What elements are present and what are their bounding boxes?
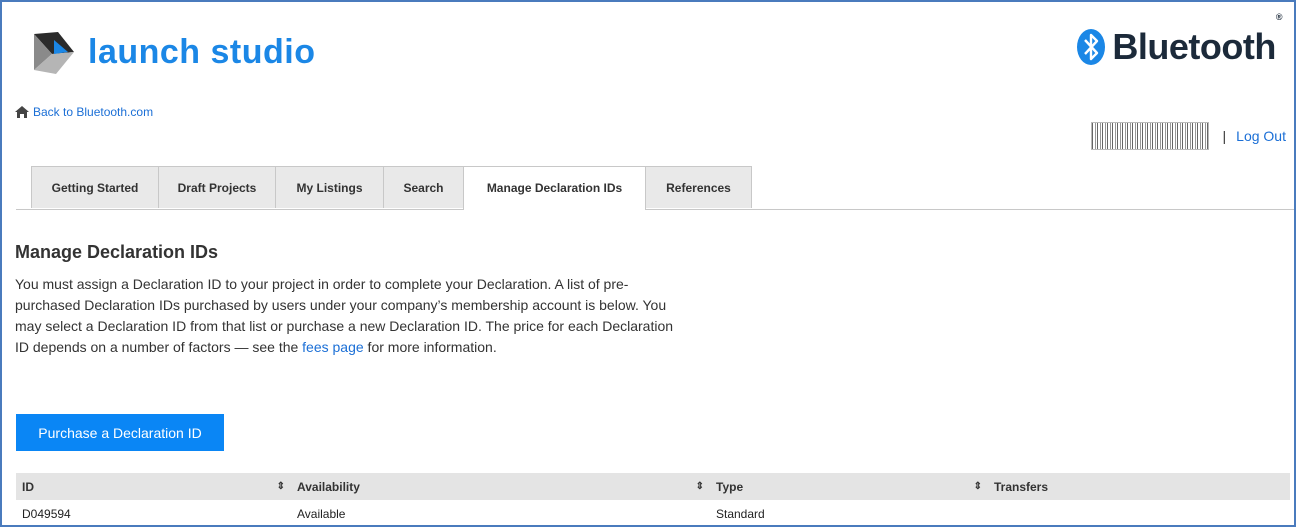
description-text-end: for more information. bbox=[363, 339, 497, 355]
sort-icon[interactable]: ⇕ bbox=[696, 481, 704, 492]
cell-availability: Available bbox=[297, 506, 346, 521]
user-area: | Log Out bbox=[1090, 122, 1286, 150]
page-frame: launch studio Bluetooth® Back to Bluetoo… bbox=[0, 0, 1296, 527]
column-header-id[interactable]: ID ⇕ bbox=[16, 473, 291, 500]
fees-page-link[interactable]: fees page bbox=[302, 339, 364, 355]
sort-icon[interactable]: ⇕ bbox=[277, 481, 285, 492]
sort-icon[interactable]: ⇕ bbox=[974, 481, 982, 492]
tab-search[interactable]: Search bbox=[383, 166, 464, 208]
launch-studio-logo[interactable]: launch studio bbox=[30, 28, 316, 76]
page-description: You must assign a Declaration ID to your… bbox=[15, 274, 685, 358]
app-name: launch studio bbox=[88, 32, 316, 71]
cell-transfers bbox=[988, 500, 1290, 525]
back-link-label: Back to Bluetooth.com bbox=[33, 105, 154, 119]
brand-name: Bluetooth® bbox=[1112, 12, 1282, 67]
home-icon bbox=[15, 106, 29, 118]
table-header-row: ID ⇕ Availability ⇕ Type ⇕ Transfers bbox=[16, 473, 1290, 500]
tab-getting-started[interactable]: Getting Started bbox=[31, 166, 159, 208]
user-name-redacted bbox=[1090, 122, 1209, 150]
registered-mark: ® bbox=[1275, 12, 1283, 22]
page-title: Manage Declaration IDs bbox=[15, 242, 219, 262]
cell-type: Standard bbox=[716, 506, 765, 521]
column-header-transfers[interactable]: Transfers bbox=[988, 473, 1290, 500]
launch-studio-logo-icon bbox=[34, 32, 74, 74]
bluetooth-brand: Bluetooth® bbox=[1076, 12, 1283, 68]
tab-my-listings[interactable]: My Listings bbox=[275, 166, 384, 208]
purchase-declaration-id-button[interactable]: Purchase a Declaration ID bbox=[16, 414, 224, 451]
tab-draft-projects[interactable]: Draft Projects bbox=[158, 166, 276, 208]
tab-references[interactable]: References bbox=[645, 166, 752, 208]
separator: | bbox=[1222, 128, 1227, 144]
table-row[interactable]: D049594 Available Standard bbox=[16, 500, 1290, 525]
tab-manage-declaration-ids[interactable]: Manage Declaration IDs bbox=[463, 166, 646, 210]
logout-link[interactable]: Log Out bbox=[1236, 128, 1286, 144]
main-tabs: Getting Started Draft Projects My Listin… bbox=[16, 166, 1294, 210]
column-header-type[interactable]: Type ⇕ bbox=[710, 473, 988, 500]
column-header-availability[interactable]: Availability ⇕ bbox=[291, 473, 710, 500]
cell-id: D049594 bbox=[22, 506, 71, 521]
back-to-bluetooth-link[interactable]: Back to Bluetooth.com bbox=[14, 105, 153, 119]
bluetooth-icon bbox=[1077, 29, 1106, 65]
declaration-ids-table: ID ⇕ Availability ⇕ Type ⇕ Transfers D04959… bbox=[16, 473, 1290, 525]
